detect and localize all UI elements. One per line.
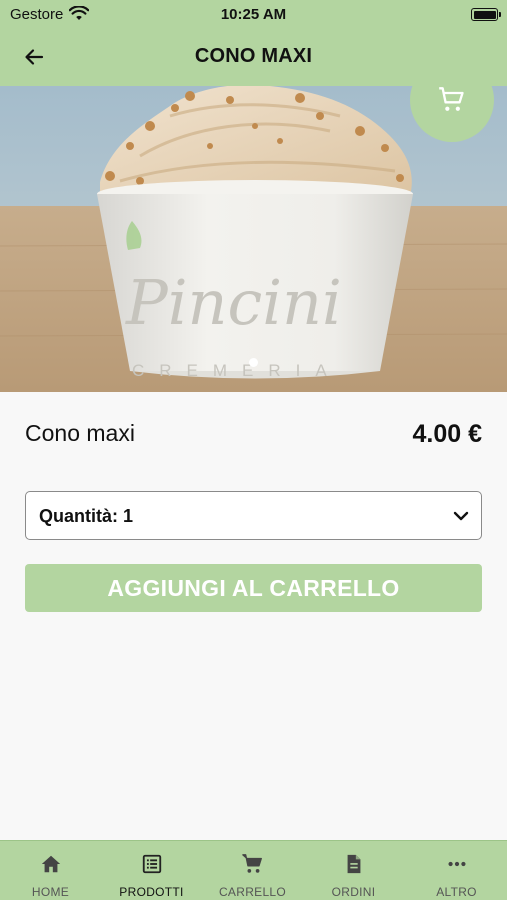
nav-item-orders[interactable]: ORDINI (303, 841, 404, 900)
product-summary: Cono maxi 4.00 € (25, 420, 482, 452)
nav-item-more[interactable]: ALTRO (406, 841, 507, 900)
nav-label-cart: CARRELLO (218, 885, 287, 899)
document-icon (347, 854, 360, 874)
app-header: CONO MAXI (0, 28, 507, 86)
cup-brand-subtext: CREMERIA (132, 361, 342, 380)
clock-label: 10:25 AM (220, 6, 287, 23)
products-list-icon (142, 854, 161, 874)
quantity-value: Quantità: 1 (39, 506, 134, 526)
status-bar: Gestore 10:25 AM (0, 0, 507, 28)
product-price: 4.00 € (412, 420, 482, 448)
home-icon (41, 855, 60, 873)
quantity-select[interactable]: Quantità: 1 (25, 491, 482, 540)
nav-item-cart[interactable]: CARRELLO (202, 841, 303, 900)
nav-item-home[interactable]: HOME (0, 841, 101, 900)
chevron-down-icon (453, 511, 469, 521)
nav-label-home: HOME (31, 885, 70, 899)
bottom-navigation: HOME PRODOTTI CARRELLO ORDINI ALTRO (0, 840, 507, 900)
add-to-cart-button[interactable]: AGGIUNGI AL CARRELLO (25, 564, 482, 612)
more-icon (447, 861, 466, 867)
nav-label-more: ALTRO (436, 885, 477, 899)
battery-icon (471, 8, 501, 21)
cart-icon (439, 87, 464, 111)
cup-brand-text: Pincini (125, 266, 342, 339)
product-name: Cono maxi (25, 420, 135, 446)
nav-label-orders: ORDINI (331, 885, 376, 899)
page-title: CONO MAXI (194, 45, 313, 67)
product-image-carousel[interactable]: Pincini CREMERIA (0, 86, 507, 392)
nav-item-products[interactable]: PRODOTTI (101, 841, 202, 900)
product-detail-screen: Gestore 10:25 AM CONO MAXI Pincini CREME… (0, 0, 507, 900)
nav-label-products: PRODOTTI (119, 885, 184, 899)
cart-icon (241, 854, 262, 873)
carousel-dot-active[interactable] (249, 358, 258, 367)
